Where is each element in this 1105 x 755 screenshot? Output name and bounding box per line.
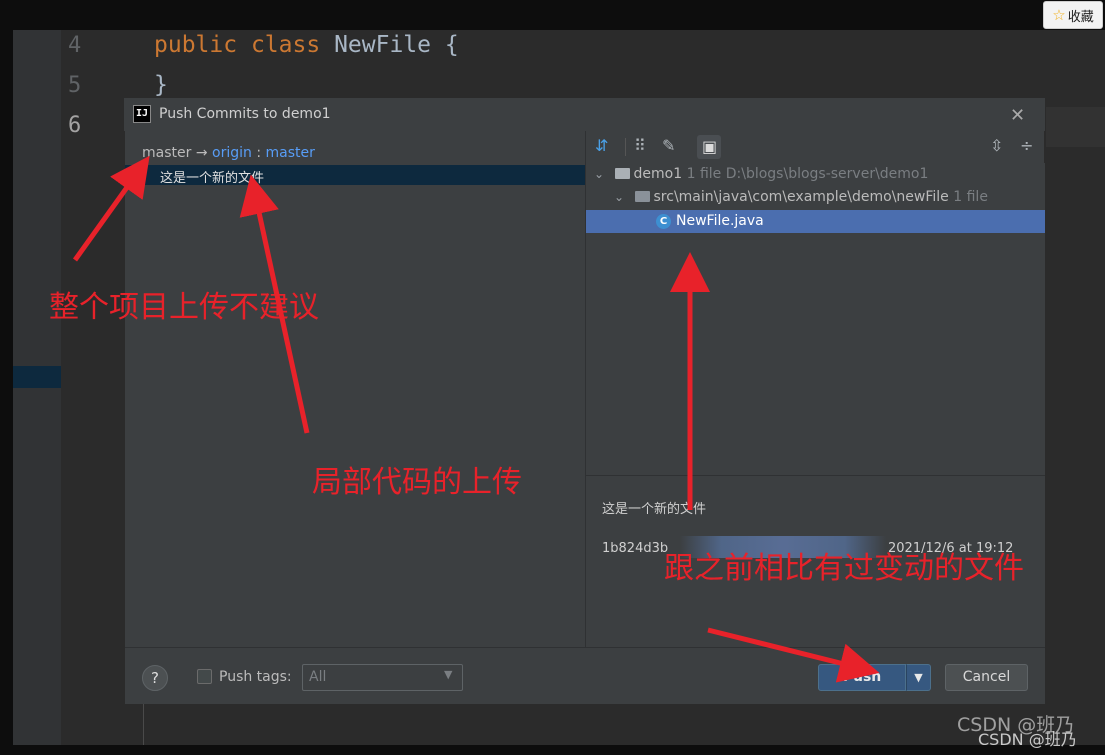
arrow-to-branch bbox=[72, 155, 150, 262]
annotation-partial-code: 局部代码的上传 bbox=[312, 465, 522, 500]
arrow-to-push bbox=[707, 627, 880, 683]
annotation-changed-files: 跟之前相比有过变动的文件 bbox=[664, 551, 1024, 586]
annotation-whole-project: 整个项目上传不建议 bbox=[49, 290, 319, 325]
annotation-arrows bbox=[72, 155, 880, 683]
watermark: CSDN @班乃 bbox=[978, 730, 1077, 749]
